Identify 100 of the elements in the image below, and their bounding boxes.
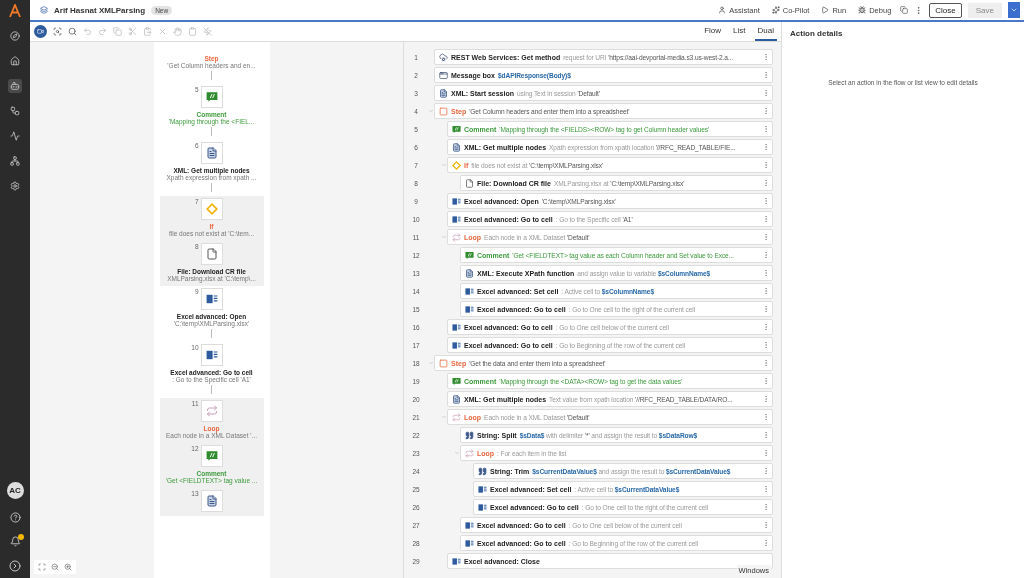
flow-node[interactable] bbox=[200, 445, 223, 467]
notification-icon[interactable] bbox=[9, 536, 21, 547]
more-icon[interactable] bbox=[762, 341, 770, 349]
loop-icon bbox=[205, 405, 218, 417]
expand-icon[interactable] bbox=[7, 558, 23, 574]
view-tab[interactable]: Flow bbox=[701, 22, 725, 41]
more-icon[interactable] bbox=[762, 143, 770, 151]
paste-icon[interactable] bbox=[143, 27, 152, 36]
more-icon[interactable] bbox=[762, 413, 770, 421]
flow-node[interactable] bbox=[200, 400, 223, 422]
more-icon[interactable] bbox=[762, 269, 770, 277]
more-icon[interactable] bbox=[762, 467, 770, 475]
logo-icon[interactable] bbox=[8, 4, 22, 18]
help-icon[interactable] bbox=[7, 510, 23, 525]
workflow-icon[interactable] bbox=[8, 104, 22, 118]
quote-icon bbox=[478, 466, 487, 476]
collapse-caret-icon[interactable] bbox=[428, 360, 434, 366]
spreadsheet-icon bbox=[465, 304, 474, 314]
record-icon[interactable] bbox=[34, 25, 47, 38]
flow-node[interactable] bbox=[200, 490, 223, 512]
person-icon bbox=[718, 6, 727, 14]
more-icon[interactable] bbox=[762, 215, 770, 223]
more-icon[interactable] bbox=[762, 503, 770, 511]
more-icon[interactable] bbox=[762, 431, 770, 439]
dropdown-button[interactable] bbox=[1008, 2, 1020, 18]
flow-node[interactable] bbox=[200, 243, 223, 265]
diamond-icon bbox=[452, 160, 461, 170]
more-icon[interactable] bbox=[762, 539, 770, 547]
spreadsheet-icon bbox=[465, 538, 474, 548]
more-icon[interactable] bbox=[762, 377, 770, 385]
zoom-in-icon[interactable] bbox=[64, 563, 72, 571]
flow-node[interactable] bbox=[200, 86, 223, 108]
copy-icon[interactable] bbox=[113, 27, 122, 36]
cloud-icon bbox=[439, 52, 448, 62]
hand-icon[interactable] bbox=[173, 27, 182, 36]
collapse-caret-icon[interactable] bbox=[428, 108, 434, 114]
flow-node[interactable] bbox=[200, 288, 223, 310]
spreadsheet-icon bbox=[465, 286, 474, 296]
settings-icon[interactable] bbox=[8, 179, 22, 193]
fit-icon[interactable] bbox=[38, 563, 46, 571]
more-icon[interactable] bbox=[762, 395, 770, 403]
more-icon[interactable] bbox=[762, 521, 770, 529]
delete-icon[interactable] bbox=[158, 27, 167, 36]
diamond-icon bbox=[205, 203, 218, 215]
more-icon[interactable] bbox=[762, 179, 770, 187]
more-icon[interactable] bbox=[762, 251, 770, 259]
more-icon[interactable] bbox=[762, 107, 770, 115]
spreadsheet-icon bbox=[452, 322, 461, 332]
network-icon[interactable] bbox=[8, 154, 22, 168]
spreadsheet-icon bbox=[478, 484, 487, 494]
flow-node[interactable] bbox=[200, 142, 223, 164]
document-icon bbox=[465, 268, 474, 278]
cut-icon[interactable] bbox=[128, 27, 137, 36]
home-icon[interactable] bbox=[8, 54, 22, 68]
flow-node[interactable] bbox=[200, 198, 223, 220]
close-button[interactable]: Close bbox=[929, 2, 962, 18]
user-avatar[interactable]: AC bbox=[6, 482, 24, 499]
compass-icon[interactable] bbox=[8, 29, 22, 43]
more-icon[interactable] bbox=[762, 233, 770, 241]
spreadsheet-icon bbox=[205, 349, 218, 361]
disable-icon[interactable] bbox=[203, 27, 212, 36]
layout-icon[interactable] bbox=[900, 6, 909, 14]
flow-node[interactable] bbox=[200, 344, 223, 366]
more-icon[interactable] bbox=[762, 485, 770, 493]
activity-icon[interactable] bbox=[8, 129, 22, 143]
more-icon[interactable] bbox=[762, 197, 770, 205]
find-icon[interactable] bbox=[53, 27, 62, 36]
step-icon bbox=[439, 106, 448, 116]
more-icon[interactable] bbox=[762, 449, 770, 457]
comment-icon bbox=[205, 91, 218, 103]
play-icon bbox=[821, 6, 830, 14]
more-icon[interactable] bbox=[762, 125, 770, 133]
file-icon bbox=[465, 178, 474, 188]
redo-icon[interactable] bbox=[98, 27, 107, 36]
more-icon[interactable] bbox=[762, 323, 770, 331]
more-icon[interactable] bbox=[762, 161, 770, 169]
more-icon[interactable] bbox=[762, 71, 770, 79]
more-icon[interactable] bbox=[762, 53, 770, 61]
bot-icon[interactable] bbox=[8, 79, 22, 93]
comment-icon bbox=[465, 250, 474, 260]
undo-icon[interactable] bbox=[83, 27, 92, 36]
search-icon[interactable] bbox=[68, 27, 77, 36]
window-icon bbox=[439, 70, 448, 80]
clipboard-icon[interactable] bbox=[188, 27, 197, 36]
collapse-caret-icon[interactable] bbox=[441, 234, 447, 240]
more-icon[interactable] bbox=[762, 305, 770, 313]
more-icon[interactable] bbox=[762, 359, 770, 367]
more-icon[interactable] bbox=[762, 89, 770, 97]
document-icon bbox=[439, 88, 448, 98]
more-icon[interactable] bbox=[762, 287, 770, 295]
view-tab[interactable]: List bbox=[730, 22, 749, 41]
spreadsheet-icon bbox=[465, 520, 474, 530]
collapse-caret-icon[interactable] bbox=[441, 162, 447, 168]
comment-icon bbox=[205, 450, 218, 462]
spreadsheet-icon bbox=[205, 293, 218, 305]
collapse-caret-icon[interactable] bbox=[454, 450, 460, 456]
collapse-caret-icon[interactable] bbox=[441, 414, 447, 420]
zoom-out-icon[interactable] bbox=[51, 563, 59, 571]
file-icon bbox=[205, 248, 218, 260]
loop-icon bbox=[452, 232, 461, 242]
